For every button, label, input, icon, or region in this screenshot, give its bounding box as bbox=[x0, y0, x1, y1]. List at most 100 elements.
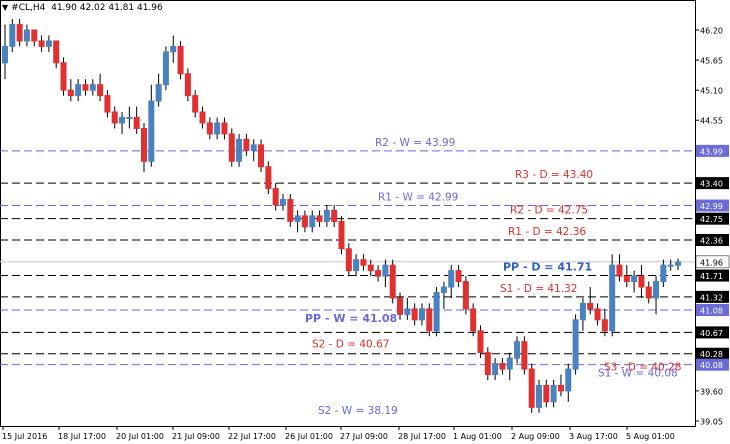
candle-body bbox=[448, 270, 455, 288]
level-label: R1 - W = 42.99 bbox=[378, 192, 458, 204]
price-tick-label: 42.99 bbox=[700, 202, 723, 211]
candle-body bbox=[214, 122, 221, 135]
candle-body bbox=[258, 144, 265, 168]
level-label: R2 - W = 43.99 bbox=[375, 137, 455, 149]
candle-body bbox=[587, 302, 594, 310]
price-tick-label: 45.10 bbox=[700, 87, 723, 96]
level-label: S2 - D = 40.67 bbox=[312, 338, 389, 350]
candle-body bbox=[345, 248, 352, 272]
candle-body bbox=[609, 264, 616, 332]
candle-body bbox=[470, 308, 477, 332]
time-tick-label: 27 Jul 09:00 bbox=[340, 432, 388, 441]
candle-body bbox=[433, 291, 440, 332]
price-tick-label: 46.20 bbox=[700, 27, 723, 36]
time-tick-label: 3 Aug 17:00 bbox=[569, 432, 618, 441]
candle-body bbox=[38, 40, 45, 47]
candle-body bbox=[67, 89, 74, 97]
candle-body bbox=[653, 281, 660, 299]
chart-frame bbox=[0, 0, 696, 427]
candle-body bbox=[389, 264, 396, 299]
candle-body bbox=[550, 384, 557, 403]
candle-body bbox=[660, 264, 667, 283]
time-tick-label: 28 Jul 17:00 bbox=[398, 432, 446, 441]
candle-body bbox=[506, 357, 513, 370]
candle-body bbox=[31, 29, 38, 42]
price-tick-label: 41.08 bbox=[700, 306, 723, 315]
candle-body bbox=[418, 308, 425, 321]
candle-body bbox=[323, 209, 330, 222]
candle-body bbox=[243, 138, 250, 151]
candle-body bbox=[23, 29, 30, 42]
level-label: S2 - W = 38.19 bbox=[318, 405, 398, 417]
time-tick-label: 26 Jul 01:00 bbox=[285, 432, 333, 441]
candle-body bbox=[75, 84, 82, 97]
chart-window[interactable]: R2 - W = 43.99 R3 - D = 43.40 R1 - W = 42.… bbox=[0, 0, 730, 444]
price-tick-label: 42.36 bbox=[700, 236, 723, 245]
candle-body bbox=[331, 209, 338, 222]
candle-body bbox=[631, 275, 638, 283]
candle-body bbox=[265, 166, 272, 190]
candle-body bbox=[60, 62, 67, 91]
candle-body bbox=[367, 264, 374, 272]
price-tick-label: 39.05 bbox=[700, 418, 723, 427]
candle-body bbox=[411, 308, 418, 321]
ohlc-values: 41.90 42.02 41.81 41.96 bbox=[51, 3, 163, 13]
candle-body bbox=[148, 100, 155, 162]
candle-body bbox=[97, 84, 104, 97]
candle-body bbox=[360, 259, 367, 266]
candle-body bbox=[514, 341, 521, 359]
candle-body bbox=[601, 319, 608, 332]
price-tick-label: 41.71 bbox=[700, 272, 723, 281]
candle-body bbox=[536, 384, 543, 408]
candle-body bbox=[455, 270, 462, 283]
price-chart[interactable]: R2 - W = 43.99 R3 - D = 43.40 R1 - W = 42.… bbox=[0, 0, 730, 444]
candle-body bbox=[133, 116, 140, 129]
candle-body bbox=[272, 188, 279, 206]
candle-body bbox=[499, 363, 506, 370]
level-label: S1 - W = 40.08 bbox=[598, 368, 678, 380]
candle-body bbox=[279, 199, 286, 206]
candle-body bbox=[45, 40, 52, 47]
candle-body bbox=[528, 368, 535, 408]
candle-body bbox=[382, 264, 389, 277]
price-tick-label: 39.60 bbox=[700, 387, 723, 396]
price-tick-label: 42.75 bbox=[700, 215, 723, 224]
candle-body bbox=[645, 286, 652, 299]
level-label: PP - D = 41.71 bbox=[503, 261, 592, 274]
candle-body bbox=[206, 122, 213, 135]
candle-body bbox=[184, 73, 191, 97]
candle-body bbox=[579, 302, 586, 321]
price-tick-label: 45.65 bbox=[700, 57, 723, 66]
time-axis: 15 Jul 2016 18 Jul 17:00 20 Jul 01:00 21 Ju… bbox=[0, 426, 695, 441]
candle-body bbox=[140, 127, 147, 162]
time-tick-label: 22 Jul 17:00 bbox=[228, 432, 276, 441]
triangle-down-icon[interactable]: ▼ bbox=[2, 3, 8, 12]
time-tick-label: 20 Jul 01:00 bbox=[116, 432, 164, 441]
price-tick-label: 43.99 bbox=[700, 147, 723, 156]
candle-body bbox=[397, 297, 404, 315]
chart-header: ▼ #CL,H4 41.90 42.02 41.81 41.96 bbox=[2, 3, 163, 13]
candle-body bbox=[250, 144, 257, 151]
candle-body bbox=[82, 84, 89, 91]
candle-body bbox=[565, 368, 572, 392]
candle-body bbox=[638, 275, 645, 288]
candle-body bbox=[623, 275, 630, 283]
candle-body bbox=[543, 384, 550, 403]
candle-body bbox=[477, 330, 484, 354]
candle-body bbox=[404, 308, 411, 315]
time-tick-label: 21 Jul 09:00 bbox=[172, 432, 220, 441]
candle-body bbox=[294, 215, 301, 222]
candle-body bbox=[170, 45, 177, 53]
candle-body bbox=[162, 51, 169, 86]
candle-body bbox=[353, 259, 360, 272]
candle-body bbox=[440, 286, 447, 293]
candle-body bbox=[426, 308, 433, 332]
candle-body bbox=[316, 215, 323, 222]
level-label: R3 - D = 43.40 bbox=[515, 169, 593, 181]
price-tick-label: 41.96 bbox=[700, 258, 723, 267]
candle-body bbox=[89, 84, 96, 91]
candle-body bbox=[104, 95, 111, 113]
time-tick-label: 18 Jul 17:00 bbox=[58, 432, 106, 441]
time-tick-label: 15 Jul 2016 bbox=[2, 432, 47, 441]
candle-body bbox=[111, 111, 118, 124]
